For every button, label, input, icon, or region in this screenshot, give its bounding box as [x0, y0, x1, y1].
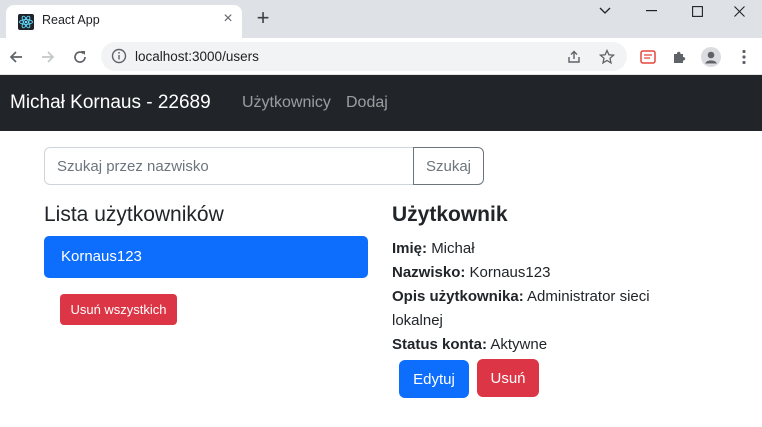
plus-icon[interactable]: + — [252, 7, 274, 30]
extension-icon[interactable] — [638, 47, 658, 67]
browser-tab-strip: React App × + — [0, 0, 762, 38]
user-detail-heading: Użytkownik — [392, 203, 508, 226]
kebab-menu-icon[interactable] — [734, 47, 754, 67]
detail-label: Imię: — [392, 240, 428, 257]
detail-account-status: Status konta: Aktywne — [392, 333, 692, 357]
reload-icon[interactable] — [70, 47, 90, 67]
remove-all-button[interactable]: Usuń wszystkich — [60, 294, 177, 325]
detail-label: Status konta: — [392, 336, 488, 353]
search-input[interactable] — [44, 147, 414, 185]
close-icon[interactable]: × — [220, 11, 236, 27]
browser-tab[interactable]: React App × — [6, 5, 242, 38]
profile-icon[interactable] — [701, 47, 721, 67]
browser-toolbar: localhost:3000/users — [0, 38, 762, 75]
detail-description: Opis użytkownika: Administrator sieci lo… — [392, 285, 692, 333]
detail-value: Aktywne — [490, 336, 548, 353]
nav-link-add[interactable]: Dodaj — [346, 94, 388, 112]
arrow-right-icon[interactable] — [38, 47, 58, 67]
share-icon[interactable] — [565, 48, 583, 66]
list-item[interactable]: Kornaus123 — [44, 236, 368, 278]
search-button[interactable]: Szukaj — [413, 147, 484, 185]
detail-value: Kornaus123 — [469, 264, 551, 281]
maximize-icon[interactable] — [674, 0, 720, 22]
detail-last-name: Nazwisko: Kornaus123 — [392, 261, 692, 285]
edit-button[interactable]: Edytuj — [399, 360, 469, 398]
delete-button[interactable]: Usuń — [477, 359, 539, 397]
puzzle-icon[interactable] — [670, 47, 690, 67]
react-logo-icon — [18, 14, 34, 30]
nav-link-users[interactable]: Użytkownicy — [242, 94, 331, 112]
address-bar[interactable]: localhost:3000/users — [101, 42, 627, 71]
chevron-down-icon[interactable] — [582, 0, 628, 22]
info-icon[interactable] — [111, 48, 127, 64]
detail-label: Opis użytkownika: — [392, 288, 524, 305]
detail-label: Nazwisko: — [392, 264, 466, 281]
url-text: localhost:3000/users — [135, 49, 259, 64]
minimize-icon[interactable] — [628, 0, 674, 22]
detail-value: Michał — [431, 240, 475, 257]
star-icon[interactable] — [598, 48, 616, 66]
arrow-left-icon[interactable] — [6, 47, 26, 67]
window-close-icon[interactable] — [716, 0, 762, 22]
tab-title: React App — [42, 13, 100, 27]
app-navbar: Michał Kornaus - 22689 Użytkownicy Dodaj — [0, 75, 762, 131]
user-list-heading: Lista użytkowników — [44, 203, 224, 226]
navbar-brand[interactable]: Michał Kornaus - 22689 — [10, 92, 211, 114]
detail-first-name: Imię: Michał — [392, 237, 692, 261]
